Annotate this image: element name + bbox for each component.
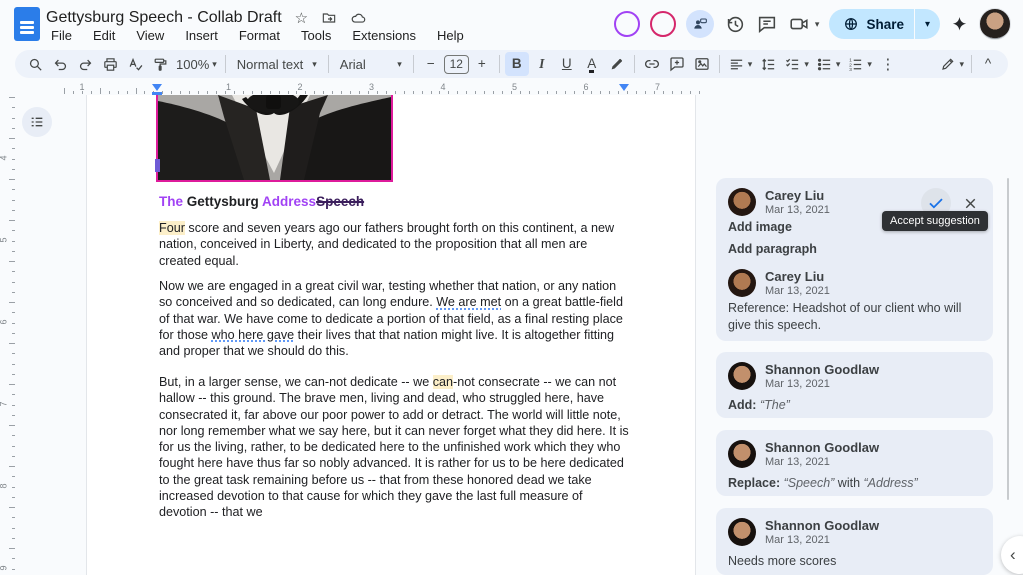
comment-date: Mar 13, 2021 [765, 204, 830, 216]
text-color-button[interactable]: A [580, 52, 604, 76]
cloud-saved-icon[interactable] [350, 10, 367, 27]
menu-view[interactable]: View [131, 27, 169, 44]
align-select[interactable]: ▾ [725, 52, 756, 76]
gemini-sparkle-icon[interactable] [950, 15, 969, 34]
account-avatar[interactable] [979, 8, 1011, 40]
collapse-panel-button[interactable]: ‹ [1001, 536, 1023, 574]
suggestion-card[interactable]: Shannon Goodlaw Mar 13, 2021 Replace: “S… [716, 430, 993, 496]
comment-card[interactable]: Shannon Goodlaw Mar 13, 2021 Needs more … [716, 508, 993, 575]
menu-format[interactable]: Format [234, 27, 285, 44]
follow-collaborator-button[interactable] [685, 10, 714, 38]
paint-format-icon[interactable] [148, 52, 172, 76]
comment-date: Mar 13, 2021 [765, 534, 830, 546]
comment-date: Mar 13, 2021 [765, 378, 830, 390]
numbered-list-select[interactable]: 123 ▾ [844, 52, 875, 76]
collaborator-avatar[interactable] [649, 11, 676, 37]
suggestion-summary: Add paragraph [728, 242, 817, 256]
avatar [728, 362, 756, 390]
menu-edit[interactable]: Edit [88, 27, 120, 44]
avatar [728, 269, 756, 297]
version-history-icon[interactable] [724, 13, 746, 35]
vertical-ruler[interactable]: 456789 [0, 95, 16, 575]
avatar [728, 518, 756, 546]
menubar: File Edit View Insert Format Tools Exten… [46, 27, 469, 44]
comment-author: Carey Liu [765, 269, 825, 284]
left-indent-marker[interactable] [152, 84, 162, 91]
decrease-font-size-button[interactable]: − [419, 52, 443, 76]
suggestion-card[interactable]: Shannon Goodlaw Mar 13, 2021 Add: “The” [716, 352, 993, 418]
add-comment-icon[interactable] [665, 52, 689, 76]
comment-author: Shannon Goodlaw [765, 362, 880, 377]
selection-handle[interactable] [155, 159, 160, 172]
document-page[interactable]: The Gettysburg AddressSpeech Four score … [86, 95, 696, 575]
print-icon[interactable] [98, 52, 122, 76]
chevron-down-icon: ▾ [814, 18, 820, 29]
zoom-select[interactable]: 100% ▾ [173, 52, 220, 76]
comment-author: Shannon Goodlaw [765, 518, 880, 533]
show-outline-button[interactable] [22, 107, 52, 137]
comment-author: Shannon Goodlaw [765, 440, 880, 455]
paragraph-style-select[interactable]: Normal text ▾ [231, 52, 323, 76]
avatar [728, 440, 756, 468]
meet-video-call-button[interactable]: ▾ [788, 13, 820, 35]
hide-menus-icon[interactable]: ^ [976, 52, 1000, 76]
move-folder-icon[interactable] [321, 10, 337, 26]
bold-button[interactable]: B [504, 52, 529, 76]
paragraph[interactable]: Now we are engaged in a great civil war,… [159, 278, 629, 359]
undo-icon[interactable] [48, 52, 72, 76]
bulleted-list-select[interactable]: ▾ [813, 52, 844, 76]
paragraph[interactable]: But, in a larger sense, we can-not dedic… [159, 374, 629, 521]
comment-date: Mar 13, 2021 [765, 456, 830, 468]
comment-text: Reference: Headshot of our client who wi… [728, 301, 962, 332]
docs-app-icon[interactable] [14, 7, 40, 41]
collaborator-avatar[interactable] [613, 11, 640, 37]
redo-icon[interactable] [73, 52, 97, 76]
suggestion-summary: Replace: “Speech” with “Address” [728, 476, 918, 490]
line-spacing-icon[interactable] [756, 52, 780, 76]
document-title[interactable]: Gettysburg Speech - Collab Draft [46, 9, 282, 27]
increase-font-size-button[interactable]: + [470, 52, 494, 76]
inserted-photo-suggested[interactable] [156, 95, 393, 182]
document-heading[interactable]: The Gettysburg AddressSpeech [159, 194, 364, 209]
menu-file[interactable]: File [46, 27, 77, 44]
font-size-input[interactable]: 12 [443, 54, 469, 74]
comment-date: Mar 13, 2021 [765, 285, 830, 297]
comments-icon[interactable] [756, 13, 778, 35]
share-options-caret: ▾ [924, 18, 930, 30]
comment-author: Carey Liu [765, 188, 825, 203]
share-button[interactable]: Share ▾ [829, 9, 940, 39]
comment-text: Needs more scores [728, 554, 837, 568]
suggestion-summary: Add image [728, 220, 792, 234]
menu-help[interactable]: Help [432, 27, 469, 44]
checklist-select[interactable]: ▾ [781, 52, 812, 76]
editing-mode-select[interactable]: ▾ [937, 52, 967, 76]
svg-text:3: 3 [850, 66, 853, 72]
accept-suggestion-tooltip: Accept suggestion [882, 211, 988, 231]
menu-tools[interactable]: Tools [296, 27, 336, 44]
underline-button[interactable]: U [555, 52, 579, 76]
link-access-globe-icon [845, 17, 858, 31]
titlebar: Gettysburg Speech - Collab Draft ☆ File … [0, 0, 1023, 48]
insert-link-icon[interactable] [640, 52, 664, 76]
menu-insert[interactable]: Insert [180, 27, 223, 44]
insert-image-icon[interactable] [690, 52, 714, 76]
font-family-select[interactable]: Arial ▾ [334, 52, 408, 76]
suggestion-summary: Add: “The” [728, 398, 790, 412]
right-indent-marker[interactable] [619, 84, 629, 91]
suggestion-card[interactable]: Carey Liu Mar 13, 2021 Accept suggestion… [716, 178, 993, 341]
spell-check-icon[interactable] [123, 52, 147, 76]
toolbar: 100% ▾ Normal text ▾ Arial ▾ − 12 + B I U A… [15, 50, 1008, 78]
comments-scrollbar[interactable] [1007, 178, 1009, 500]
italic-button[interactable]: I [530, 52, 554, 76]
highlight-color-icon[interactable] [605, 52, 629, 76]
avatar [728, 188, 756, 216]
paragraph[interactable]: Four score and seven years ago our fathe… [159, 220, 629, 269]
menu-extensions[interactable]: Extensions [347, 27, 421, 44]
star-icon[interactable]: ☆ [295, 11, 308, 26]
more-options-icon[interactable]: ⋮ [876, 52, 900, 76]
search-menus-icon[interactable] [23, 52, 47, 76]
